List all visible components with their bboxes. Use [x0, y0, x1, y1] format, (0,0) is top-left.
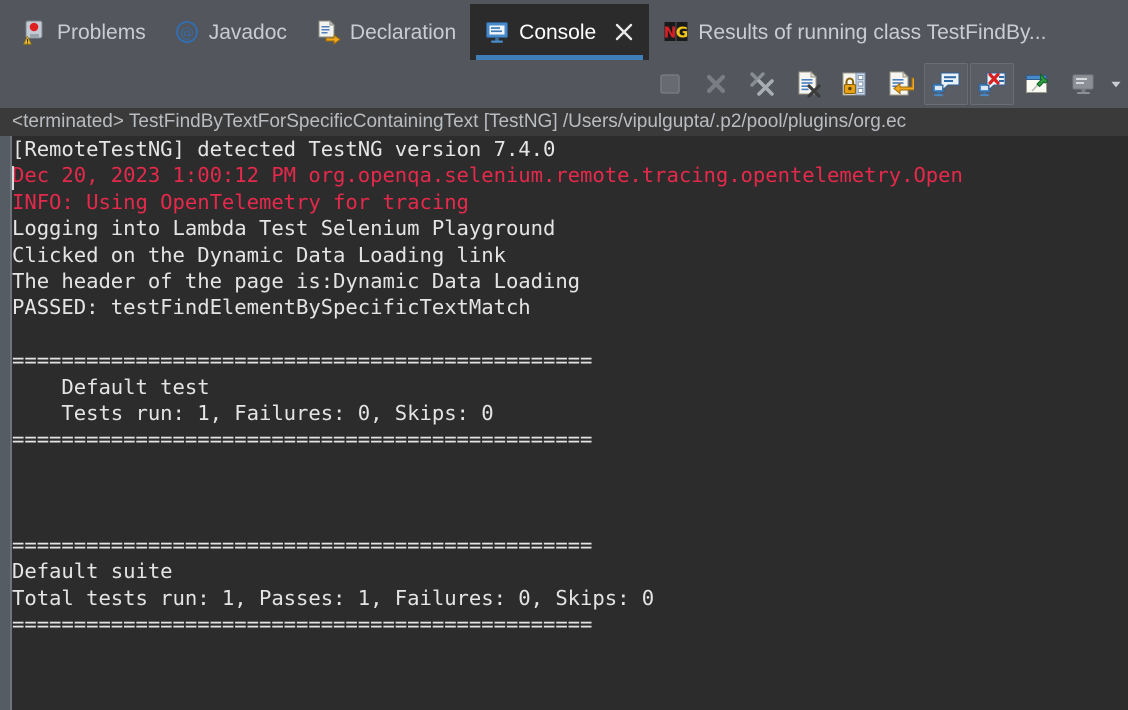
console-line: Default suite [12, 559, 173, 584]
launch-status-line: <terminated> TestFindByTextForSpecificCo… [0, 108, 1128, 136]
terminate-button [648, 63, 692, 105]
double-x-icon [748, 70, 776, 98]
console-line: INFO: Using OpenTelemetry for tracing [12, 189, 469, 214]
problems-icon [22, 19, 48, 45]
display-selected-console-button[interactable] [1062, 63, 1106, 105]
console-icon [484, 19, 510, 45]
console-line: Clicked on the Dynamic Data Loading link [12, 242, 506, 267]
chevron-down-icon[interactable] [1108, 63, 1124, 105]
testng-icon: NG [663, 19, 689, 45]
show-console-on-error-button[interactable] [970, 63, 1014, 105]
close-icon[interactable] [613, 21, 635, 43]
console-toolbar-buttons [648, 60, 1128, 108]
console-caret [12, 166, 14, 190]
clear-console-icon [794, 70, 822, 98]
console-line: Logging into Lambda Test Selenium Playgr… [12, 216, 556, 241]
x-icon [702, 70, 730, 98]
tab-problems[interactable]: Problems [8, 4, 160, 60]
console-line: ========================================… [12, 532, 593, 557]
console-gutter [0, 108, 10, 710]
console-output[interactable]: [RemoteTestNG] detected TestNG version 7… [12, 136, 1128, 710]
declaration-icon [315, 19, 341, 45]
tab-label: Console [519, 20, 597, 44]
tab-results-of-running-class-testfindby[interactable]: N G Results of running class TestFindBy... [649, 4, 1060, 60]
tab-label: Javadoc [208, 20, 287, 44]
console-line: The header of the page is:Dynamic Data L… [12, 268, 581, 293]
eclipse-console-view: Problems @ Javadoc Declaration Console N G Resu… [0, 0, 1128, 710]
console-line: Default test [12, 374, 210, 399]
show-console-output-icon [932, 70, 960, 98]
console-line: PASSED: testFindElementBySpecificTextMat… [12, 295, 531, 320]
tab-label: Problems [57, 20, 146, 44]
pin-icon [1024, 70, 1052, 98]
svg-text:N: N [664, 24, 677, 42]
svg-text:@: @ [180, 25, 194, 41]
word-wrap-button[interactable] [878, 63, 922, 105]
remove-all-terminated-button [740, 63, 784, 105]
pin-console-button[interactable] [1016, 63, 1060, 105]
console-line: Dec 20, 2023 1:00:12 PM org.openqa.selen… [12, 163, 963, 188]
tab-declaration[interactable]: Declaration [301, 4, 470, 60]
console-line: Total tests run: 1, Passes: 1, Failures:… [12, 585, 655, 610]
tab-javadoc[interactable]: @ Javadoc [160, 4, 301, 60]
word-wrap-icon [886, 70, 916, 98]
tab-label: Declaration [349, 20, 457, 44]
show-console-error-icon [978, 70, 1006, 98]
tab-strip: Problems @ Javadoc Declaration Console N G Resu… [0, 4, 1128, 60]
console-line: Tests run: 1, Failures: 0, Skips: 0 [12, 400, 494, 425]
console-line: ========================================… [12, 612, 593, 637]
clear-console-button[interactable] [786, 63, 830, 105]
console-line: ========================================… [12, 348, 593, 373]
stop-square-icon [656, 70, 684, 98]
console-toolbar [0, 60, 1128, 108]
tab-label: Results of running class TestFindBy... [698, 20, 1047, 44]
tab-console[interactable]: Console [470, 4, 650, 60]
console-line: ========================================… [12, 427, 593, 452]
view-tab-bar: Problems @ Javadoc Declaration Console N G Resu… [0, 0, 1128, 60]
show-console-on-output-button[interactable] [924, 63, 968, 105]
scroll-lock-button[interactable] [832, 63, 876, 105]
scroll-lock-icon [840, 70, 868, 98]
remove-launch-button [694, 63, 738, 105]
display-console-icon [1070, 70, 1098, 98]
javadoc-icon: @ [174, 19, 200, 45]
console-panel: <terminated> TestFindByTextForSpecificCo… [0, 108, 1128, 710]
svg-text:G: G [676, 24, 688, 42]
console-line: [RemoteTestNG] detected TestNG version 7… [12, 137, 556, 161]
console-output-text[interactable]: [RemoteTestNG] detected TestNG version 7… [12, 136, 1128, 637]
